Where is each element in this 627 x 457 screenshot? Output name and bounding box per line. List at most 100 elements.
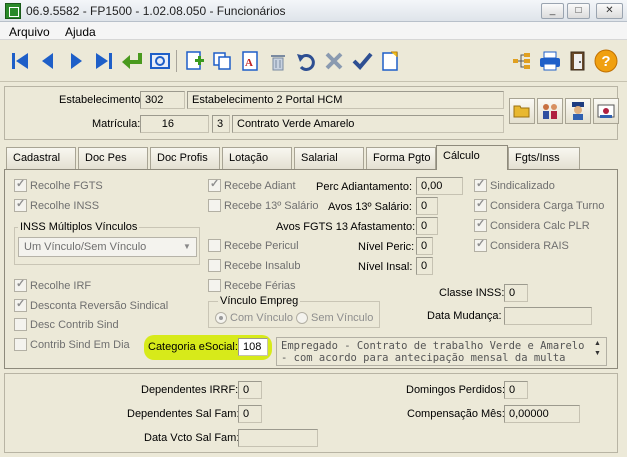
desconta-reversao-checkbox[interactable]: Desconta Reversão Sindical bbox=[14, 297, 168, 312]
dependentes-irrf-label: Dependentes IRRF: bbox=[141, 384, 239, 396]
domingos-perdidos-field[interactable]: 0 bbox=[504, 381, 528, 399]
family-button[interactable] bbox=[537, 98, 563, 124]
image-button[interactable] bbox=[593, 98, 619, 124]
dependentes-irrf-field[interactable]: 0 bbox=[238, 381, 262, 399]
tab-salarial[interactable]: Salarial bbox=[294, 147, 364, 169]
nivel-insal-field[interactable]: 0 bbox=[416, 257, 433, 275]
data-mudanca-field[interactable] bbox=[504, 307, 592, 325]
considera-carga-turno-checkbox[interactable]: Considera Carga Turno bbox=[474, 197, 604, 212]
checkbox-box bbox=[474, 237, 487, 252]
data-vcto-salfam-field[interactable] bbox=[238, 429, 318, 447]
close-button[interactable]: ✕ bbox=[596, 3, 623, 19]
tab-forma-pgto[interactable]: Forma Pgto bbox=[366, 147, 436, 169]
checkbox-box bbox=[474, 177, 487, 192]
classe-inss-label: Classe INSS: bbox=[439, 287, 505, 299]
sindicalizado-checkbox[interactable]: Sindicalizado bbox=[474, 177, 555, 192]
perc-adiantamento-field[interactable]: 0,00 bbox=[416, 177, 463, 195]
app-icon bbox=[5, 3, 21, 19]
contrato-name-field: Contrato Verde Amarelo bbox=[232, 115, 504, 133]
estabelecimento-code-field[interactable]: 302 bbox=[140, 91, 185, 109]
memo-scroll-arrows-icon[interactable]: ▲ ▼ bbox=[594, 339, 601, 359]
matricula-field[interactable]: 16 bbox=[140, 115, 209, 133]
nivel-peric-field[interactable]: 0 bbox=[416, 237, 433, 255]
avos-fgts-field[interactable]: 0 bbox=[416, 217, 438, 235]
recolhe-inss-checkbox[interactable]: Recolhe INSS bbox=[14, 197, 99, 212]
sem-vinculo-radio[interactable]: Sem Vínculo bbox=[296, 312, 373, 324]
first-icon[interactable] bbox=[6, 47, 33, 74]
menu-ajuda[interactable]: Ajuda bbox=[65, 25, 96, 39]
radio-dot bbox=[215, 312, 227, 324]
previous-icon[interactable] bbox=[34, 47, 61, 74]
avos-13-field[interactable]: 0 bbox=[416, 197, 438, 215]
undo-icon[interactable] bbox=[292, 47, 319, 74]
new-record-icon[interactable] bbox=[180, 47, 207, 74]
checkbox-box bbox=[14, 297, 27, 312]
cancel-icon[interactable] bbox=[320, 47, 347, 74]
domingos-perdidos-label: Domingos Perdidos: bbox=[406, 384, 506, 396]
estabelecimento-name-field: Estabelecimento 2 Portal HCM bbox=[187, 91, 504, 109]
recebe-13-salario-checkbox[interactable]: Recebe 13º Salário bbox=[208, 199, 319, 212]
dependentes-salfam-field[interactable]: 0 bbox=[238, 405, 262, 423]
inss-multiplos-title: INSS Múltiplos Vínculos bbox=[18, 221, 140, 233]
avos-fgts-label: Avos FGTS 13 Afastamento: bbox=[276, 221, 416, 233]
delete-icon[interactable] bbox=[264, 47, 291, 74]
tab-lotacao[interactable]: Lotação bbox=[222, 147, 292, 169]
tab-doc-profis[interactable]: Doc Profis bbox=[150, 147, 220, 169]
checkbox-box bbox=[14, 177, 27, 192]
contrib-sind-em-dia-checkbox[interactable]: Contrib Sind Em Dia bbox=[14, 338, 130, 351]
compensacao-mes-field[interactable]: 0,00000 bbox=[504, 405, 580, 423]
dependentes-salfam-label: Dependentes Sal Fam: bbox=[127, 408, 240, 420]
preview-icon[interactable] bbox=[146, 47, 173, 74]
help-icon[interactable]: ? bbox=[592, 47, 619, 74]
new-document-icon[interactable] bbox=[376, 47, 403, 74]
considera-rais-checkbox[interactable]: Considera RAIS bbox=[474, 237, 569, 252]
last-icon[interactable] bbox=[90, 47, 117, 74]
contrato-code-field: 3 bbox=[212, 115, 230, 133]
recolhe-fgts-checkbox[interactable]: Recolhe FGTS bbox=[14, 177, 103, 192]
photo-icon bbox=[597, 104, 615, 118]
tab-fgts-inss[interactable]: Fgts/Inss bbox=[508, 147, 580, 169]
window-title: 06.9.5582 - FP1500 - 1.02.08.050 - Funci… bbox=[26, 4, 286, 18]
folder-icon bbox=[513, 105, 530, 118]
copy-icon[interactable] bbox=[208, 47, 235, 74]
tab-calculo[interactable]: Cálculo bbox=[436, 145, 508, 170]
categoria-esocial-label: Categoria eSocial: bbox=[148, 341, 238, 353]
maximize-button[interactable]: □ bbox=[567, 3, 590, 19]
menu-arquivo[interactable]: Arquivo bbox=[9, 25, 50, 39]
nivel-peric-label: Nível Peric: bbox=[358, 241, 415, 253]
edit-text-icon[interactable]: A bbox=[236, 47, 263, 74]
compensacao-mes-label: Compensação Mês: bbox=[407, 408, 505, 420]
recebe-insalub-checkbox[interactable]: Recebe Insalub bbox=[208, 259, 300, 272]
menu-bar: Arquivo Ajuda bbox=[0, 22, 627, 40]
minimize-button[interactable]: _ bbox=[541, 3, 564, 19]
tab-cadastral[interactable]: Cadastral bbox=[6, 147, 76, 169]
tree-icon[interactable] bbox=[508, 47, 535, 74]
return-icon[interactable] bbox=[118, 47, 145, 74]
desc-contrib-sind-checkbox[interactable]: Desc Contrib Sind bbox=[14, 318, 119, 331]
nivel-insal-label: Nível Insal: bbox=[358, 261, 413, 273]
avos-13-label: Avos 13º Salário: bbox=[328, 201, 412, 213]
com-vinculo-radio[interactable]: Com Vínculo bbox=[215, 312, 293, 324]
considera-calc-plr-checkbox[interactable]: Considera Calc PLR bbox=[474, 217, 590, 232]
open-folder-button[interactable] bbox=[509, 98, 535, 124]
checkbox-box bbox=[208, 259, 221, 272]
recebe-adiant-checkbox[interactable]: Recebe Adiant bbox=[208, 177, 296, 192]
inss-vinculo-select[interactable]: Um Vínculo/Sem Vínculo ▼ bbox=[18, 237, 197, 257]
person-icon bbox=[572, 102, 584, 120]
data-vcto-salfam-label: Data Vcto Sal Fam: bbox=[144, 432, 240, 444]
toolbar-separator bbox=[176, 50, 177, 72]
recebe-ferias-checkbox[interactable]: Recebe Férias bbox=[208, 279, 296, 292]
classe-inss-field[interactable]: 0 bbox=[504, 284, 528, 302]
exit-icon[interactable] bbox=[564, 47, 591, 74]
print-icon[interactable] bbox=[536, 47, 563, 74]
confirm-icon[interactable] bbox=[348, 47, 375, 74]
recebe-pericul-checkbox[interactable]: Recebe Pericul bbox=[208, 239, 299, 252]
recolhe-irf-checkbox[interactable]: Recolhe IRF bbox=[14, 277, 91, 292]
data-mudanca-label: Data Mudança: bbox=[427, 310, 502, 322]
checkbox-box bbox=[208, 199, 221, 212]
checkbox-box bbox=[208, 177, 221, 192]
next-icon[interactable] bbox=[62, 47, 89, 74]
categoria-esocial-field[interactable]: 108 bbox=[238, 338, 268, 356]
person-button[interactable] bbox=[565, 98, 591, 124]
tab-doc-pes[interactable]: Doc Pes bbox=[78, 147, 148, 169]
